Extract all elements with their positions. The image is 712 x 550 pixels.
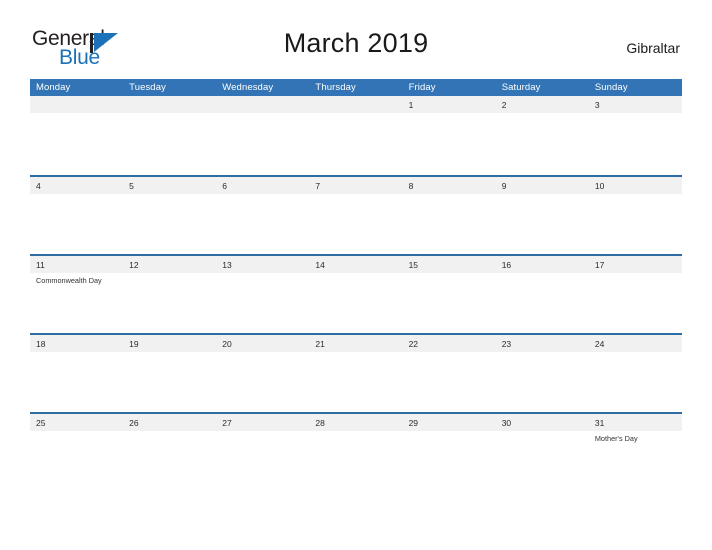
day-number-3[interactable]: 3 xyxy=(589,100,682,110)
day-cell-8[interactable] xyxy=(403,194,496,254)
week-date-strip: 4 5 6 7 8 9 10 xyxy=(30,177,682,194)
day-cell-5[interactable] xyxy=(123,194,216,254)
day-cell-2[interactable] xyxy=(496,113,589,173)
day-cell-14[interactable] xyxy=(309,273,402,333)
week-event-strip xyxy=(30,352,682,412)
calendar-page: General Blue March 2019 Gibraltar Monday… xyxy=(0,0,712,550)
day-cell-20[interactable] xyxy=(216,352,309,412)
day-number-11[interactable]: 11 xyxy=(30,260,123,270)
day-number-23[interactable]: 23 xyxy=(496,339,589,349)
week-date-strip: 18 19 20 21 22 23 24 xyxy=(30,335,682,352)
day-number-18[interactable]: 18 xyxy=(30,339,123,349)
day-cell-6[interactable] xyxy=(216,194,309,254)
day-cell-19[interactable] xyxy=(123,352,216,412)
week-date-strip: 11 12 13 14 15 16 17 xyxy=(30,256,682,273)
day-number-9[interactable]: 9 xyxy=(496,181,589,191)
calendar-week-row: 18 19 20 21 22 23 24 xyxy=(30,333,682,412)
day-number-4[interactable]: 4 xyxy=(30,181,123,191)
calendar-week-row: 4 5 6 7 8 9 10 xyxy=(30,175,682,254)
day-cell-empty xyxy=(30,113,123,173)
day-cell-23[interactable] xyxy=(496,352,589,412)
week-event-strip: Mother's Day xyxy=(30,431,682,491)
day-number-15[interactable]: 15 xyxy=(403,260,496,270)
weekday-header-friday: Friday xyxy=(408,82,436,93)
day-cell-29[interactable] xyxy=(403,431,496,491)
day-number-24[interactable]: 24 xyxy=(589,339,682,349)
day-number-16[interactable]: 16 xyxy=(496,260,589,270)
calendar-week-row: 123 xyxy=(30,96,682,175)
day-cell-3[interactable] xyxy=(589,113,682,173)
day-cell-empty xyxy=(123,113,216,173)
day-number-5[interactable]: 5 xyxy=(123,181,216,191)
day-number-2[interactable]: 2 xyxy=(496,100,589,110)
week-event-strip xyxy=(30,194,682,254)
day-cell-15[interactable] xyxy=(403,273,496,333)
day-cell-28[interactable] xyxy=(309,431,402,491)
day-number-6[interactable]: 6 xyxy=(216,181,309,191)
weekday-header-thursday: Thursday xyxy=(315,82,356,93)
weekday-header-saturday: Saturday xyxy=(501,82,541,93)
day-number-21[interactable]: 21 xyxy=(309,339,402,349)
day-number-28[interactable]: 28 xyxy=(309,418,402,428)
day-cell-16[interactable] xyxy=(496,273,589,333)
region-label: Gibraltar xyxy=(626,40,680,56)
day-cell-22[interactable] xyxy=(403,352,496,412)
day-cell-24[interactable] xyxy=(589,352,682,412)
calendar-weeks: 1 2 3 4 5 6 7 8 9 10 11 12 13 14 15 16 17 Commonwealth Da… xyxy=(30,96,682,491)
week-date-strip: 123 xyxy=(30,96,682,113)
day-cell-30[interactable] xyxy=(496,431,589,491)
calendar-grid: Monday Tuesday Wednesday Thursday Friday Satu… xyxy=(30,79,682,491)
day-number-7[interactable]: 7 xyxy=(309,181,402,191)
day-number-31[interactable]: 31 xyxy=(589,418,682,428)
holiday-label: Mother's Day xyxy=(594,434,638,443)
day-cell-27[interactable] xyxy=(216,431,309,491)
day-cell-18[interactable] xyxy=(30,352,123,412)
day-number-13[interactable]: 13 xyxy=(216,260,309,270)
day-number-1[interactable]: 1 xyxy=(403,100,496,110)
day-cell-26[interactable] xyxy=(123,431,216,491)
week-date-strip: 25 26 27 28 29 30 31 xyxy=(30,414,682,431)
day-number-26[interactable]: 26 xyxy=(123,418,216,428)
weekday-header-tuesday: Tuesday xyxy=(129,82,166,93)
day-cell-12[interactable] xyxy=(123,273,216,333)
day-cell-9[interactable] xyxy=(496,194,589,254)
day-number-17[interactable]: 17 xyxy=(589,260,682,270)
day-number-29[interactable]: 29 xyxy=(403,418,496,428)
weekday-header-sunday: Sunday xyxy=(594,82,628,93)
week-event-strip xyxy=(30,113,682,173)
day-number-8[interactable]: 8 xyxy=(403,181,496,191)
day-cell-7[interactable] xyxy=(309,194,402,254)
day-cell-4[interactable] xyxy=(30,194,123,254)
calendar-week-row: 25 26 27 28 29 30 31 Mother's Day xyxy=(30,412,682,491)
day-number-22[interactable]: 22 xyxy=(403,339,496,349)
day-cell-empty xyxy=(309,113,402,173)
weekday-header-monday: Monday xyxy=(36,82,71,93)
weekday-header-row: Monday Tuesday Wednesday Thursday Friday Satu… xyxy=(30,79,682,96)
day-cell-1[interactable] xyxy=(403,113,496,173)
day-number-14[interactable]: 14 xyxy=(309,260,402,270)
day-number-12[interactable]: 12 xyxy=(123,260,216,270)
day-cell-10[interactable] xyxy=(589,194,682,254)
day-number-10[interactable]: 10 xyxy=(589,181,682,191)
day-number-20[interactable]: 20 xyxy=(216,339,309,349)
day-number-27[interactable]: 27 xyxy=(216,418,309,428)
day-cell-11[interactable]: Commonwealth Day xyxy=(30,273,123,333)
day-cell-empty xyxy=(216,113,309,173)
day-number-30[interactable]: 30 xyxy=(496,418,589,428)
holiday-label: Commonwealth Day xyxy=(36,276,102,285)
day-cell-17[interactable] xyxy=(589,273,682,333)
page-header: General Blue March 2019 Gibraltar xyxy=(0,0,712,68)
day-number-25[interactable]: 25 xyxy=(30,418,123,428)
week-event-strip: Commonwealth Day xyxy=(30,273,682,333)
day-cell-25[interactable] xyxy=(30,431,123,491)
day-number-19[interactable]: 19 xyxy=(123,339,216,349)
calendar-week-row: 11 12 13 14 15 16 17 Commonwealth Day xyxy=(30,254,682,333)
day-cell-31[interactable]: Mother's Day xyxy=(589,431,682,491)
weekday-header-wednesday: Wednesday xyxy=(222,82,274,93)
page-title: March 2019 xyxy=(283,28,429,58)
day-cell-13[interactable] xyxy=(216,273,309,333)
day-cell-21[interactable] xyxy=(309,352,402,412)
